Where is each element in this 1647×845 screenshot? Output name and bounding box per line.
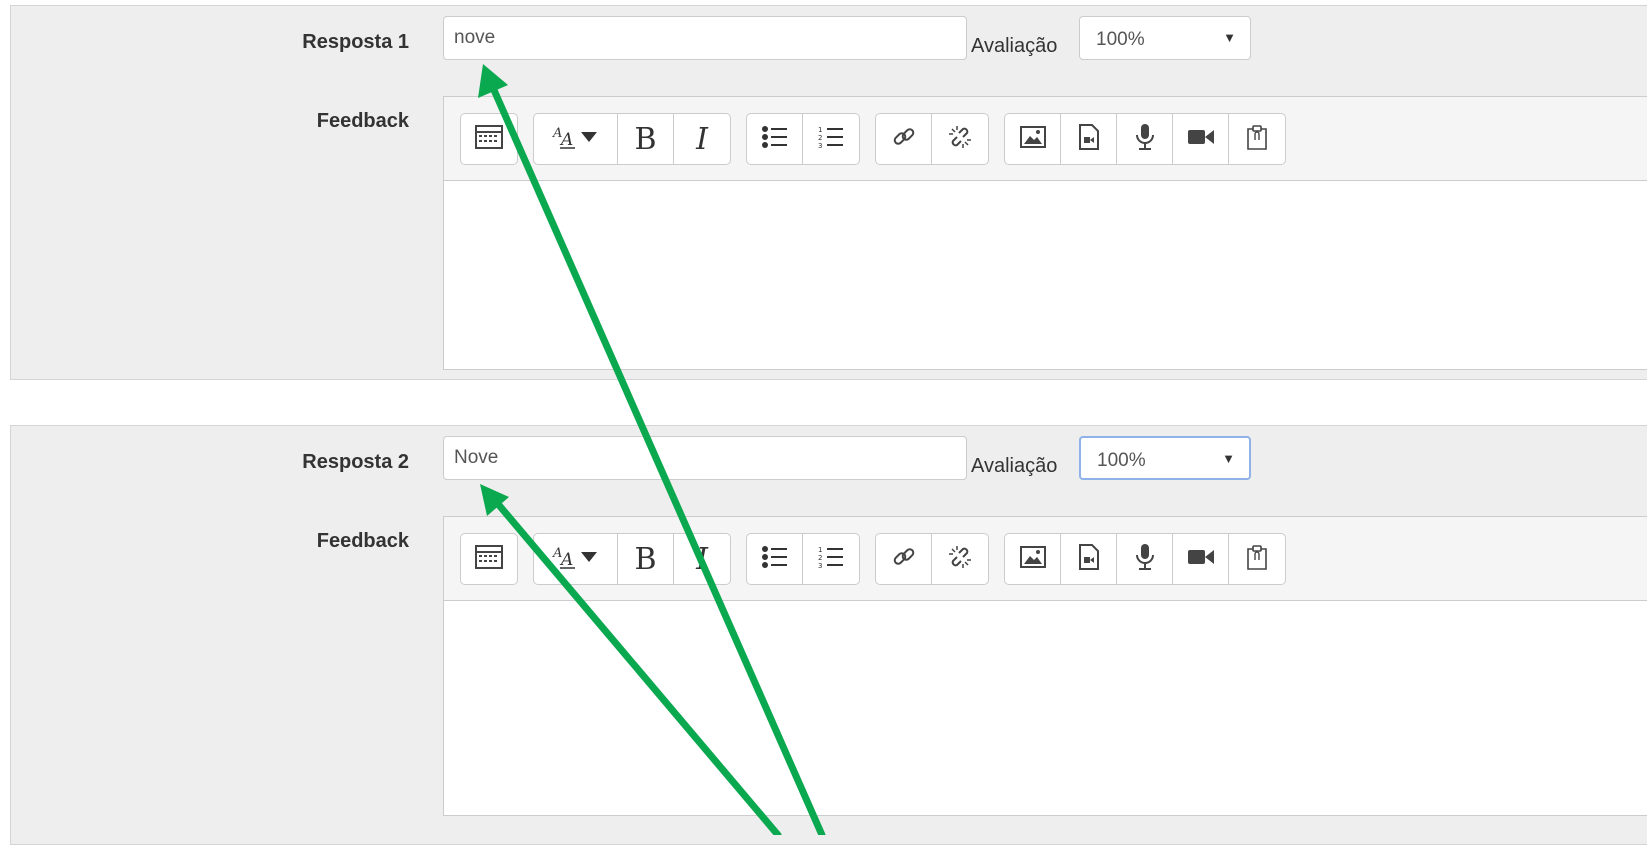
link-icon [891,544,917,575]
bullet-list-button[interactable] [747,534,803,584]
video-button[interactable] [1173,114,1229,164]
italic-button[interactable]: I [674,534,730,584]
answer-block-1: Resposta 1 Avaliação 100% ▼ Feedback AA [10,5,1647,380]
editor-toolbar: AA B I 123 [444,517,1647,601]
microphone-button[interactable] [1117,114,1173,164]
svg-text:1: 1 [818,546,822,554]
answer-block-2: Resposta 2 Avaliação 100% ▼ Feedback AA [10,425,1647,845]
answer-text-input[interactable] [443,16,967,60]
microphone-icon [1134,543,1156,576]
paste-button[interactable] [1229,534,1285,584]
toolbar-toggle-button[interactable] [461,114,517,164]
toolbar-group-toggle [460,533,518,585]
svg-text:3: 3 [818,562,822,570]
media-button[interactable] [1061,534,1117,584]
feedback-editor: AA B I 123 [443,96,1647,370]
svg-text:A: A [559,130,573,150]
grade-select-value: 100% [1097,450,1146,471]
toolbar-toggle-icon [475,124,503,154]
svg-text:2: 2 [818,554,822,562]
bold-button[interactable]: B [618,534,674,584]
feedback-editor: AA B I 123 [443,516,1647,816]
svg-text:3: 3 [818,142,822,150]
unlink-button[interactable] [932,534,988,584]
bullet-list-button[interactable] [747,114,803,164]
numbered-list-button[interactable]: 123 [803,114,859,164]
image-icon [1019,545,1046,573]
italic-button[interactable]: I [674,114,730,164]
paste-icon [1245,544,1269,575]
answer-label: Resposta 2 [302,451,409,473]
svg-text:2: 2 [818,134,822,142]
toolbar-group-toggle [460,113,518,165]
unlink-button[interactable] [932,114,988,164]
toolbar-group-links [875,113,989,165]
numbered-list-button[interactable]: 123 [803,534,859,584]
grade-label: Avaliação [971,35,1058,57]
italic-icon: I [696,541,708,577]
grade-label: Avaliação [971,455,1058,477]
toolbar-group-style: AA B I [533,533,731,585]
link-icon [891,124,917,155]
bold-icon: B [634,121,657,157]
video-icon [1187,548,1215,571]
bold-icon: B [634,541,657,577]
toolbar-group-media [1004,113,1286,165]
feedback-content-area[interactable] [444,181,1647,371]
grade-select[interactable]: 100% ▼ [1079,436,1251,480]
microphone-button[interactable] [1117,534,1173,584]
microphone-icon [1134,123,1156,156]
answer-label: Resposta 1 [302,31,409,53]
video-button[interactable] [1173,534,1229,584]
bold-button[interactable]: B [618,114,674,164]
feedback-label: Feedback [316,110,409,132]
svg-text:A: A [559,550,573,570]
bullet-list-icon [761,124,789,155]
image-button[interactable] [1005,114,1061,164]
media-icon [1078,543,1100,575]
link-button[interactable] [876,114,932,164]
toolbar-toggle-icon [475,544,503,574]
font-style-button[interactable]: AA [534,114,618,164]
numbered-list-icon: 123 [817,544,845,575]
paste-button[interactable] [1229,114,1285,164]
feedback-label: Feedback [316,530,409,552]
italic-icon: I [696,121,708,157]
video-icon [1187,128,1215,151]
bullet-list-icon [761,544,789,575]
grade-select-value: 100% [1096,29,1145,50]
media-icon [1078,123,1100,155]
image-icon [1019,125,1046,153]
svg-text:1: 1 [818,126,822,134]
paste-icon [1245,124,1269,155]
editor-toolbar: AA B I 123 [444,97,1647,181]
unlink-icon [947,544,973,575]
toolbar-group-links [875,533,989,585]
answer-text-input[interactable] [443,436,967,480]
link-button[interactable] [876,534,932,584]
toolbar-group-style: AA B I [533,113,731,165]
toolbar-group-lists: 123 [746,113,860,165]
font-style-icon: AA [551,123,601,156]
grade-select[interactable]: 100% ▼ [1079,16,1251,60]
unlink-icon [947,124,973,155]
font-style-button[interactable]: AA [534,534,618,584]
font-style-icon: AA [551,543,601,576]
toolbar-group-media [1004,533,1286,585]
toolbar-toggle-button[interactable] [461,534,517,584]
image-button[interactable] [1005,534,1061,584]
feedback-content-area[interactable] [444,601,1647,791]
chevron-down-icon: ▼ [1222,451,1235,466]
numbered-list-icon: 123 [817,124,845,155]
toolbar-group-lists: 123 [746,533,860,585]
chevron-down-icon: ▼ [1223,30,1236,45]
media-button[interactable] [1061,114,1117,164]
